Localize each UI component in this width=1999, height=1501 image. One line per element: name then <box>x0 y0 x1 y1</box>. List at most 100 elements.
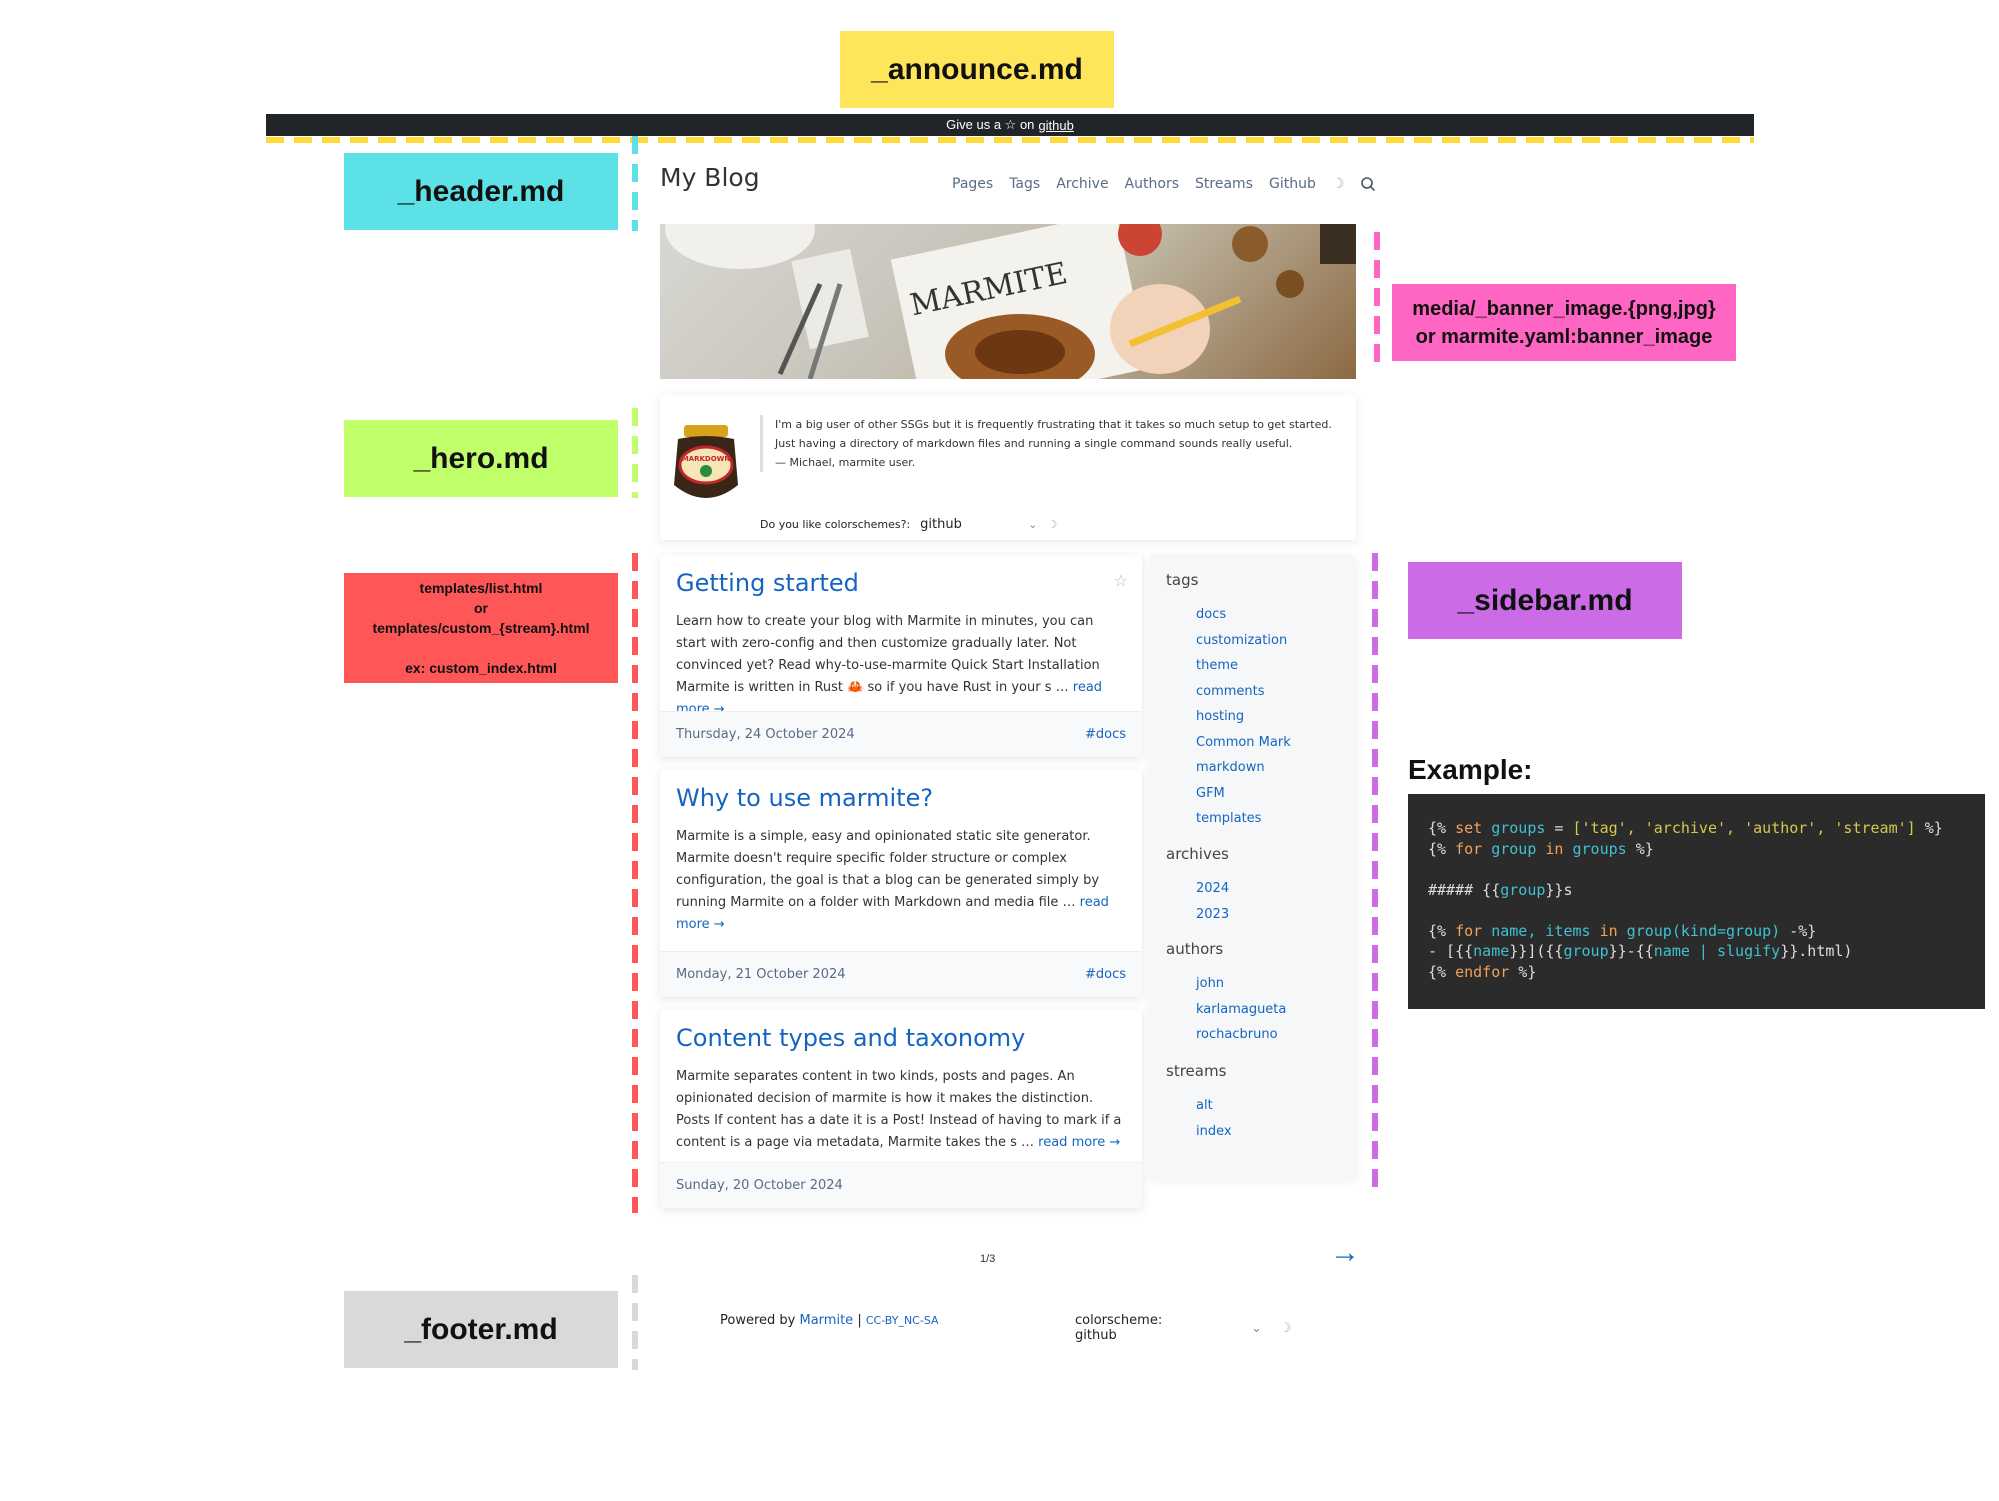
hero-quote: I'm a big user of other SSGs but it is f… <box>760 415 1340 472</box>
footer-powered: Powered by Marmite | CC-BY_NC-SA <box>720 1313 939 1328</box>
jar-label-text: MARKDOWN <box>682 455 731 463</box>
list-dash-line <box>632 553 638 1213</box>
example-heading: Example: <box>1408 754 1533 785</box>
banner-label-line2: or marmite.yaml:banner_image <box>1415 325 1713 348</box>
footer-colorscheme-select[interactable]: colorscheme: github <box>1075 1313 1205 1343</box>
nav-archive[interactable]: Archive <box>1056 176 1108 192</box>
colorscheme-select-label: Do you like colorschemes?: <box>760 518 911 531</box>
post-title[interactable]: Content types and taxonomy <box>676 1024 1025 1052</box>
sidebar-tag-link[interactable]: markdown <box>1196 760 1265 775</box>
example-code-block: {% set groups = ['tag', 'archive', 'auth… <box>1408 794 1985 1009</box>
hero-dash-line <box>632 408 638 498</box>
footer-dash-line <box>632 1275 638 1370</box>
post-footer: Sunday, 20 October 2024 <box>660 1162 1142 1208</box>
nav-streams[interactable]: Streams <box>1195 176 1253 192</box>
pagination-indicator: 1/3 <box>980 1253 996 1265</box>
banner-image: MARMITE <box>660 224 1356 379</box>
post-excerpt-text: Marmite is a simple, easy and opinionate… <box>676 829 1100 910</box>
chevron-down-icon[interactable]: ⌄ <box>1251 1321 1262 1336</box>
main-nav: Pages Tags Archive Authors Streams Githu… <box>952 176 1376 192</box>
footer-license-link[interactable]: CC-BY_NC-SA <box>866 1314 939 1327</box>
sidebar-tag-link[interactable]: customization <box>1196 633 1287 648</box>
sidebar-tag-link[interactable]: hosting <box>1196 709 1244 724</box>
code-line: {% for group in groups %} <box>1428 839 1654 858</box>
post-tag[interactable]: #docs <box>1085 727 1126 742</box>
next-page-arrow-icon[interactable]: → <box>1330 1236 1360 1270</box>
sidebar-author-link[interactable]: john <box>1196 976 1224 991</box>
sidebar-label: _sidebar.md <box>1408 562 1682 639</box>
star-icon: ☆ <box>1113 571 1128 590</box>
post-tag[interactable]: #docs <box>1085 967 1126 982</box>
announce-dash-line <box>266 137 1754 143</box>
sidebar-stream-link[interactable]: alt <box>1196 1098 1213 1113</box>
sidebar-tags-heading: tags <box>1166 571 1199 589</box>
sidebar-tag-link[interactable]: templates <box>1196 811 1261 826</box>
sidebar: tags docs customization theme comments h… <box>1150 555 1356 1180</box>
nav-github[interactable]: Github <box>1269 176 1316 192</box>
colorscheme-select-row: Do you like colorschemes?: github ⌄ ☽ <box>760 517 1057 532</box>
post-excerpt: Learn how to create your blog with Marmi… <box>676 611 1126 721</box>
post-card: Content types and taxonomy Marmite separ… <box>660 1010 1142 1208</box>
post-footer: Monday, 21 October 2024 #docs <box>660 951 1142 997</box>
footer-marmite-link[interactable]: Marmite <box>800 1313 854 1328</box>
post-date: Thursday, 24 October 2024 <box>676 727 855 742</box>
sidebar-tag-link[interactable]: theme <box>1196 658 1238 673</box>
theme-toggle-icon[interactable]: ☽ <box>1280 1321 1292 1336</box>
code-line: {% endfor %} <box>1428 962 1537 981</box>
post-card: Getting started ☆ Learn how to create yo… <box>660 555 1142 757</box>
sidebar-tag-link[interactable]: comments <box>1196 684 1265 699</box>
list-template-label: templates/list.html or templates/custom_… <box>344 573 618 683</box>
post-title[interactable]: Why to use marmite? <box>676 784 933 812</box>
site-title[interactable]: My Blog <box>660 163 760 192</box>
marmite-jar-icon: MARKDOWN <box>674 425 738 498</box>
theme-toggle-icon[interactable]: ☽ <box>1332 176 1345 192</box>
footer-label: _footer.md <box>344 1291 618 1368</box>
hero-quote-line2: Just having a directory of markdown file… <box>775 437 1293 450</box>
sidebar-tag-link[interactable]: GFM <box>1196 786 1225 801</box>
footer-powered-label: Powered by <box>720 1313 796 1328</box>
theme-toggle-icon[interactable]: ☽ <box>1047 518 1057 531</box>
post-date: Sunday, 20 October 2024 <box>676 1178 843 1193</box>
nav-tags[interactable]: Tags <box>1009 176 1040 192</box>
code-line: {% for name, items in group(kind=group) … <box>1428 921 1817 940</box>
footer-separator: | <box>857 1313 862 1328</box>
nav-authors[interactable]: Authors <box>1125 176 1179 192</box>
sidebar-author-link[interactable]: karlamagueta <box>1196 1002 1286 1017</box>
list-label-line3: templates/custom_{stream}.html <box>372 620 590 636</box>
sidebar-stream-link[interactable]: index <box>1196 1124 1232 1139</box>
post-footer: Thursday, 24 October 2024 #docs <box>660 711 1142 757</box>
banner-label: media/_banner_image.{png,jpg} or marmite… <box>1392 284 1736 361</box>
announce-bar: Give us a ☆ on github <box>266 114 1754 136</box>
post-excerpt: Marmite separates content in two kinds, … <box>676 1066 1126 1154</box>
hero-label: _hero.md <box>344 420 618 497</box>
list-label-line4: ex: custom_index.html <box>405 660 557 676</box>
list-label-line2: or <box>474 600 488 616</box>
code-line: - [{{name}}]({{group}}-{{name | slugify}… <box>1428 942 1853 960</box>
nav-pages[interactable]: Pages <box>952 176 993 192</box>
announce-label: _announce.md <box>840 31 1114 108</box>
sidebar-tag-link[interactable]: Common Mark <box>1196 735 1291 750</box>
sidebar-author-link[interactable]: rochacbruno <box>1196 1027 1278 1042</box>
post-title[interactable]: Getting started <box>676 569 859 597</box>
sidebar-streams-heading: streams <box>1166 1062 1227 1080</box>
read-more-link[interactable]: read more → <box>1038 1135 1120 1150</box>
post-excerpt-text: Learn how to create your blog with Marmi… <box>676 614 1100 695</box>
footer-colorscheme: colorscheme: github ⌄ ☽ <box>1075 1313 1292 1343</box>
sidebar-tag-link[interactable]: docs <box>1196 607 1226 622</box>
sidebar-archive-link[interactable]: 2023 <box>1196 907 1229 922</box>
banner-illustration: MARMITE <box>665 224 1356 379</box>
colorscheme-select[interactable]: github <box>920 517 1018 532</box>
header-label: _header.md <box>344 153 618 230</box>
sidebar-archive-link[interactable]: 2024 <box>1196 881 1229 896</box>
banner-label-line1: media/_banner_image.{png,jpg} <box>1412 297 1716 320</box>
list-label-line1: templates/list.html <box>419 580 543 596</box>
header-dash-line <box>632 136 638 231</box>
search-icon[interactable] <box>1360 176 1376 192</box>
hero-quote-line1: I'm a big user of other SSGs but it is f… <box>775 418 1332 431</box>
hero-quote-line3: — Michael, marmite user. <box>775 456 916 469</box>
sidebar-authors-heading: authors <box>1166 940 1224 958</box>
code-line: {% set groups = ['tag', 'archive', 'auth… <box>1428 819 1943 837</box>
announce-github-link[interactable]: github <box>1038 118 1073 133</box>
hero-card: MARKDOWN I'm a big user of other SSGs bu… <box>660 395 1356 540</box>
chevron-down-icon[interactable]: ⌄ <box>1028 518 1037 531</box>
